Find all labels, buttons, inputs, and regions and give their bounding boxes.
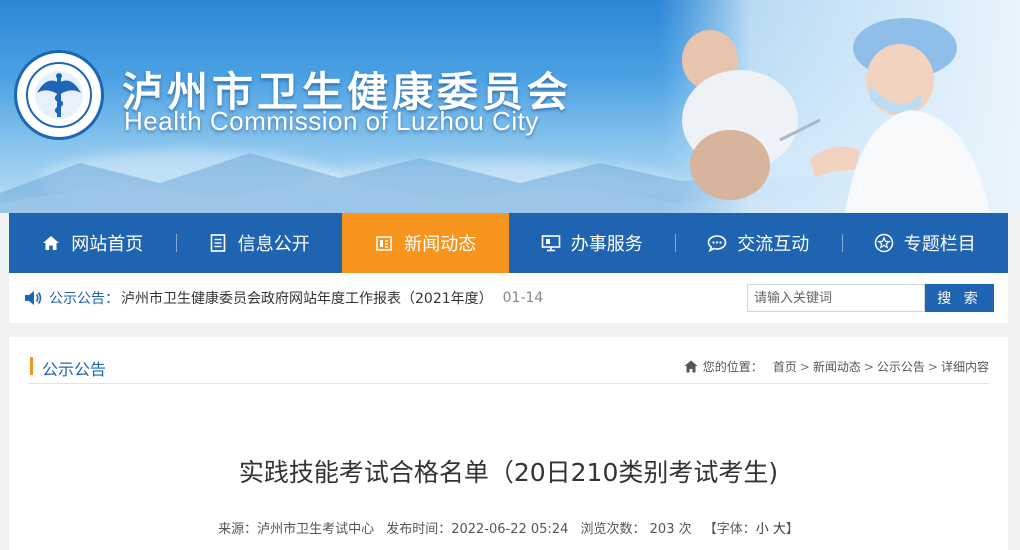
font-size-large[interactable]: 大 [773,522,786,537]
news-icon [374,233,394,253]
panel-header: 公示公告 您的位置： 首页 > 新闻动态 > 公示公告 > 详细内容 [28,337,989,384]
nav-item-label: 专题栏目 [903,234,976,255]
article-meta: 来源：泸州市卫生考试中心 发布时间：2022-06-22 05:24 浏览次数：… [9,518,1008,537]
article-source: 来源：泸州市卫生考试中心 [218,522,375,537]
nav-item-news[interactable]: 新闻动态 [342,213,509,273]
breadcrumb: 您的位置： 首页 > 新闻动态 > 公示公告 > 详细内容 [684,358,989,375]
font-size-small[interactable]: 小 [756,522,769,537]
search-button[interactable]: 搜 索 [925,284,994,312]
monitor-icon [541,233,561,253]
nav-item-services[interactable]: 办事服务 [509,213,676,273]
article-view-count: 浏览次数： 203 次 [580,522,692,537]
nav-item-label: 网站首页 [71,234,144,255]
notice-bar: 公示公告： 泸州市卫生健康委员会政府网站年度工作报表（2021年度） 01-14… [9,273,1008,323]
breadcrumb-prefix: 您的位置： [702,360,763,374]
nav-item-label: 办事服务 [570,234,643,255]
breadcrumb-home[interactable]: 首页 [773,358,797,375]
home-icon [684,360,698,373]
content-panel: 公示公告 您的位置： 首页 > 新闻动态 > 公示公告 > 详细内容 实践技能考… [9,337,1008,550]
document-icon [208,233,228,253]
breadcrumb-separator: > [863,359,874,374]
nav-item-label: 信息公开 [237,234,310,255]
search-input[interactable] [747,284,925,312]
section-title: 公示公告 [42,360,107,379]
banner-nurse-photo [660,0,1020,213]
article-title: 实践技能考试合格名单（20日210类别考试考生) [238,458,779,487]
breadcrumb-current: 详细内容 [940,360,989,374]
nav-item-label: 交流互动 [737,234,810,255]
caduceus-icon [26,62,92,128]
site-subtitle: Health Commission of Luzhou City [124,106,539,136]
breadcrumb-separator: > [927,359,938,374]
chat-icon [707,233,727,253]
notice-date: 01-14 [502,290,544,306]
breadcrumb-separator: > [799,359,810,374]
notice-label: 公示公告： [49,291,119,307]
nav-item-info-disclosure[interactable]: 信息公开 [175,213,343,273]
article-publish-time: 发布时间：2022-06-22 05:24 [386,522,569,537]
star-icon [874,233,894,253]
font-size-prefix: 【字体： [703,522,756,537]
font-size-suffix: 】 [785,522,799,537]
nav-item-interaction[interactable]: 交流互动 [675,213,842,273]
notice-link[interactable]: 泸州市卫生健康委员会政府网站年度工作报表（2021年度） [121,288,493,308]
nav-item-label: 新闻动态 [404,234,477,255]
section-accent-bar [30,357,33,375]
nav-item-home[interactable]: 网站首页 [9,213,176,273]
nav-item-special-topics[interactable]: 专题栏目 [841,213,1009,273]
speaker-icon [25,291,42,305]
header-banner: 泸州市卫生健康委员会 Health Commission of Luzhou C… [0,0,1020,213]
breadcrumb-news[interactable]: 新闻动态 [813,358,861,375]
main-nav: 网站首页 信息公开 新闻动态 办事服务 交流互动 专题栏目 [9,213,1008,273]
font-size-control: 【字体：小 大】 [704,522,799,537]
breadcrumb-notices[interactable]: 公示公告 [877,358,925,375]
home-icon [41,233,61,253]
logo-emblem[interactable] [14,50,104,140]
